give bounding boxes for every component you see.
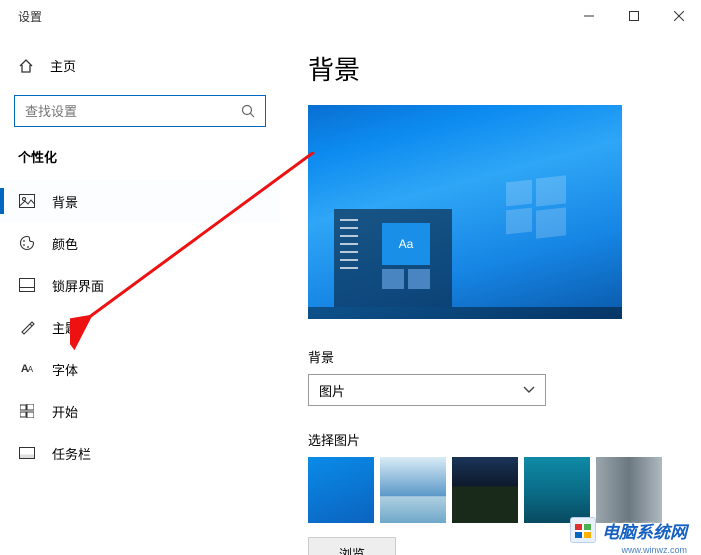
sidebar-item-label: 颜色 (52, 234, 78, 253)
search-input-container[interactable] (14, 95, 266, 127)
watermark-logo-icon (570, 517, 596, 543)
background-type-dropdown[interactable]: 图片 (308, 374, 546, 406)
sidebar-item-label: 锁屏界面 (52, 276, 104, 295)
sidebar-item-label: 主题 (52, 318, 78, 337)
picture-thumb[interactable] (380, 457, 446, 523)
sidebar-item-start[interactable]: 开始 (0, 390, 280, 432)
picture-icon (18, 194, 36, 208)
watermark-text: 电脑系统网 (602, 518, 687, 543)
preview-startmenu: Aa (334, 209, 452, 307)
preview-tile: Aa (382, 223, 430, 265)
window-controls (566, 0, 701, 32)
search-icon (241, 104, 255, 118)
start-icon (18, 404, 36, 418)
watermark-url: www.winwz.com (621, 545, 687, 555)
picture-thumb[interactable] (596, 457, 662, 523)
home-link[interactable]: 主页 (0, 50, 280, 81)
minimize-button[interactable] (566, 0, 611, 32)
sidebar-item-taskbar[interactable]: 任务栏 (0, 432, 280, 474)
page-title: 背景 (308, 50, 673, 87)
sidebar: 主页 个性化 背景 (0, 32, 280, 555)
home-icon (18, 58, 36, 74)
background-label: 背景 (308, 347, 673, 366)
picture-thumbnails (308, 457, 673, 523)
dropdown-value: 图片 (319, 381, 345, 400)
chevron-down-icon (523, 386, 535, 394)
watermark: 电脑系统网 www.winwz.com (570, 517, 687, 543)
sidebar-item-background[interactable]: 背景 (0, 180, 280, 222)
sidebar-item-label: 背景 (52, 192, 78, 211)
palette-icon (18, 235, 36, 251)
sidebar-item-colors[interactable]: 颜色 (0, 222, 280, 264)
themes-icon (18, 319, 36, 335)
browse-label: 浏览 (339, 544, 365, 555)
choose-picture-label: 选择图片 (308, 430, 673, 449)
search-input[interactable] (25, 104, 241, 119)
taskbar-icon (18, 447, 36, 459)
sidebar-section-title: 个性化 (0, 147, 280, 180)
windows-logo-icon (506, 177, 566, 237)
sidebar-item-fonts[interactable]: AA 字体 (0, 348, 280, 390)
preview-taskbar (308, 307, 622, 319)
sidebar-item-label: 字体 (52, 360, 78, 379)
lockscreen-icon (18, 278, 36, 292)
window-title: 设置 (18, 8, 42, 25)
home-label: 主页 (50, 56, 76, 75)
picture-thumb[interactable] (452, 457, 518, 523)
fonts-icon: AA (18, 363, 36, 375)
picture-thumb[interactable] (524, 457, 590, 523)
sidebar-item-themes[interactable]: 主题 (0, 306, 280, 348)
close-button[interactable] (656, 0, 701, 32)
picture-thumb[interactable] (308, 457, 374, 523)
main-content: 背景 Aa 背景 图片 (280, 32, 701, 555)
browse-button[interactable]: 浏览 (308, 537, 396, 555)
maximize-button[interactable] (611, 0, 656, 32)
desktop-preview: Aa (308, 105, 622, 319)
sidebar-nav: 背景 颜色 锁屏界面 (0, 180, 280, 474)
sidebar-item-lockscreen[interactable]: 锁屏界面 (0, 264, 280, 306)
sidebar-item-label: 任务栏 (52, 444, 91, 463)
sidebar-item-label: 开始 (52, 402, 78, 421)
titlebar: 设置 (0, 0, 701, 32)
